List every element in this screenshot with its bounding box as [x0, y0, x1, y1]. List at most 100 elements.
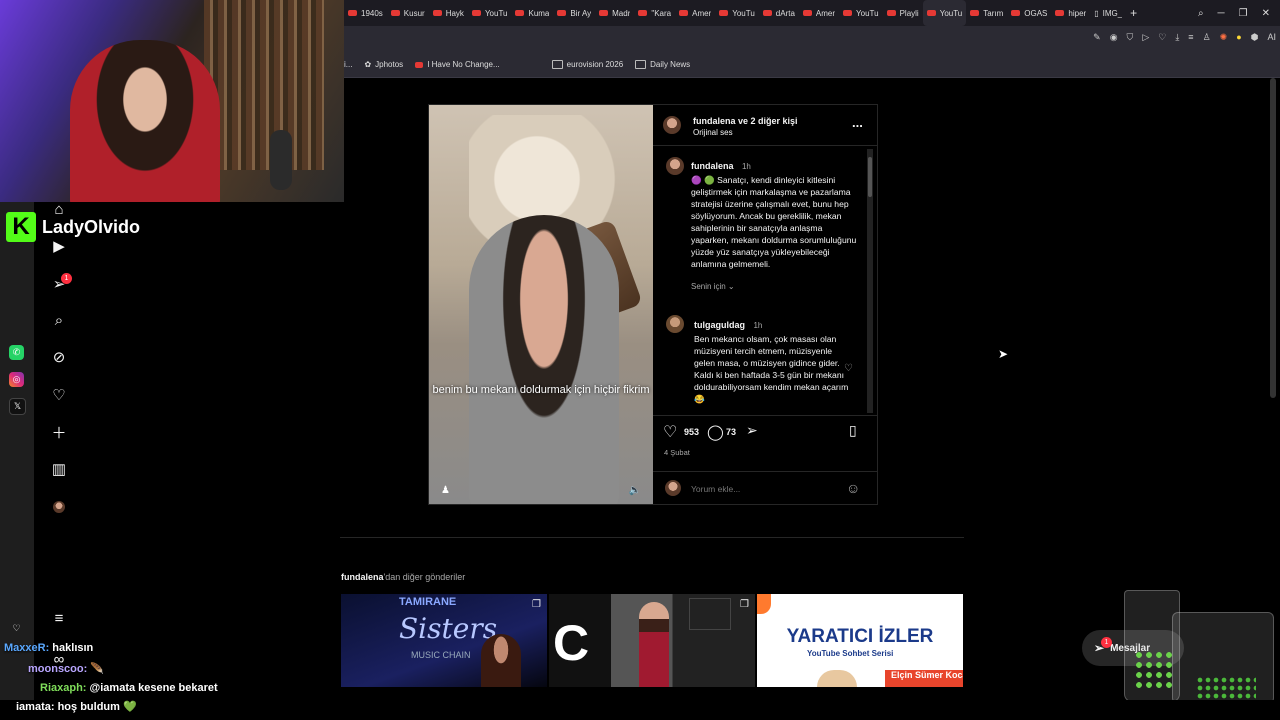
bookmark-folder[interactable]: eurovision 2026 — [551, 60, 623, 69]
close-icon[interactable]: ✕ — [1262, 8, 1270, 19]
puzzle-icon[interactable]: ⬢ — [1251, 32, 1259, 43]
browser-tab[interactable]: Amer — [675, 0, 715, 26]
green-pixels-decoration — [1196, 676, 1256, 700]
instagram-icon[interactable]: ◎ — [9, 372, 24, 387]
browser-tab[interactable]: YouTu — [468, 0, 512, 26]
chat-text: hoş buldum 💚 — [54, 701, 137, 713]
share-icon[interactable]: ➢ — [746, 422, 758, 439]
bookmark-item[interactable]: i... — [344, 60, 352, 69]
comment-icon[interactable]: ◯ — [707, 423, 724, 441]
reels-icon[interactable]: ▶ — [50, 237, 68, 255]
bookmark-folder[interactable]: Daily News — [635, 60, 690, 69]
thumbnail-letter: C — [553, 615, 590, 671]
browser-tab[interactable]: Bir Ay — [553, 0, 595, 26]
user-tag-icon[interactable]: ♟ — [441, 485, 450, 496]
whatsapp-icon[interactable]: ✆ — [9, 345, 24, 360]
account-icon[interactable]: ♙ — [1203, 32, 1211, 43]
bookmark-label: Jphotos — [375, 60, 404, 69]
post-author[interactable]: fundalena — [693, 116, 736, 126]
caption-avatar[interactable] — [666, 157, 684, 175]
notifications-heart-icon[interactable]: ♡ — [50, 386, 68, 404]
minimize-icon[interactable]: ─ — [1218, 8, 1225, 19]
tab-label: dArta — [775, 8, 795, 18]
more-menu-icon[interactable]: ≡ — [50, 609, 68, 627]
comment-like-icon[interactable]: ♡ — [844, 363, 853, 374]
bookmark-item[interactable]: ✿ Jphotos — [364, 60, 403, 69]
browser-tab[interactable]: YouTu — [715, 0, 759, 26]
caption-author[interactable]: fundalena — [691, 161, 734, 171]
camera-icon[interactable]: ◉ — [1110, 32, 1118, 43]
tab-label: IMG_ — [1102, 8, 1123, 18]
save-icon[interactable]: ▯ — [849, 422, 857, 439]
play-icon[interactable]: ▷ — [1142, 32, 1149, 43]
dashboard-icon[interactable]: ▥ — [50, 460, 68, 478]
coauthors-text[interactable]: ve 2 diğer kişi — [736, 116, 798, 126]
heart-icon[interactable]: ♡ — [1158, 32, 1166, 43]
new-tab-button[interactable]: + — [1126, 0, 1141, 26]
browser-tab[interactable]: dArta — [759, 0, 799, 26]
explore-icon[interactable]: ⊘ — [50, 348, 68, 366]
extension-icon[interactable]: ✺ — [1220, 32, 1228, 43]
youtube-icon — [638, 10, 648, 16]
browser-tab[interactable]: YouTu — [839, 0, 883, 26]
x-icon[interactable]: 𝕏 — [9, 398, 26, 415]
youtube-icon — [970, 10, 980, 16]
page-scrollbar[interactable] — [1270, 78, 1276, 398]
search-icon[interactable]: ⌕ — [1198, 8, 1204, 19]
bookmark-item[interactable]: I Have No Change... — [415, 60, 500, 69]
menu-icon[interactable]: ≡ — [1188, 32, 1193, 43]
browser-tab[interactable]: Amer — [799, 0, 839, 26]
browser-tab[interactable]: Playli — [883, 0, 923, 26]
profile-avatar[interactable] — [50, 498, 68, 516]
extension-icon[interactable]: ● — [1236, 32, 1241, 43]
browser-tab[interactable]: hiper — [1051, 0, 1090, 26]
browser-toolbar: ✎ ◉ ⛉ ▷ ♡ ⤓ ≡ ♙ ✺ ● ⬢ AI — [344, 26, 1280, 52]
search-icon[interactable]: ⌕ — [50, 311, 68, 329]
comment-author[interactable]: tulgaguldag — [694, 320, 745, 330]
browser-tab[interactable]: ▯ IMG_ — [1090, 0, 1126, 26]
comments-scrollbar[interactable] — [867, 149, 873, 413]
commenter-avatar[interactable] — [666, 315, 684, 333]
see-translation-link[interactable]: Senin için ⌄ — [691, 282, 861, 291]
edit-icon[interactable]: ✎ — [1093, 32, 1101, 43]
add-comment-input[interactable] — [689, 481, 833, 497]
browser-tab[interactable]: 1940s — [344, 0, 387, 26]
home-icon[interactable]: ⌂ — [50, 200, 68, 218]
create-icon[interactable]: ＋ — [50, 423, 68, 442]
browser-tab[interactable]: "Kara — [634, 0, 675, 26]
post-video[interactable]: benim bu mekanı doldurmak için hiçbir fi… — [429, 105, 653, 504]
like-count: 953 — [684, 427, 700, 437]
heart-outline-icon[interactable]: ♡ — [9, 621, 24, 636]
emoji-icon[interactable]: ☺ — [846, 480, 860, 496]
youtube-icon — [599, 10, 609, 16]
browser-tab[interactable]: Tarım — [966, 0, 1007, 26]
tab-label: YouTu — [484, 8, 508, 18]
ai-button[interactable]: AI — [1267, 32, 1276, 43]
audio-label[interactable]: Orijinal ses — [693, 128, 733, 137]
restore-icon[interactable]: ❐ — [1239, 8, 1248, 19]
browser-tab-active[interactable]: YouTu — [922, 0, 967, 26]
youtube-icon — [1055, 10, 1065, 16]
video-person — [469, 215, 619, 504]
tab-label: YouTu — [856, 8, 879, 18]
author-avatar[interactable] — [663, 116, 681, 134]
shield-icon[interactable]: ⛉ — [1127, 32, 1134, 43]
more-posts-user[interactable]: fundalena — [341, 572, 384, 582]
more-options-icon[interactable]: ... — [852, 115, 863, 130]
chat-text: @iamata kesene bekaret — [86, 682, 218, 694]
scrollbar-thumb[interactable] — [868, 157, 872, 197]
browser-tab[interactable]: Kuma — [511, 0, 553, 26]
browser-tab[interactable]: Hayk — [429, 0, 468, 26]
download-icon[interactable]: ⤓ — [1175, 32, 1179, 43]
more-post-thumbnail[interactable]: TAMIRANE Sisters MUSIC CHAIN ❐ — [341, 594, 547, 687]
chat-user: iamata: — [16, 701, 55, 713]
browser-tab[interactable]: OGAS — [1007, 0, 1051, 26]
browser-tab[interactable]: Madr — [595, 0, 634, 26]
like-icon[interactable]: ♡ — [663, 422, 677, 442]
more-post-thumbnail[interactable]: YARATICI İZLER YouTube Sohbet Serisi Elç… — [757, 594, 963, 687]
thumbnail-person — [639, 602, 669, 687]
browser-tab[interactable]: Kusur — [387, 0, 429, 26]
more-post-thumbnail[interactable]: C ❐ — [549, 594, 755, 687]
mute-icon[interactable]: 🔈 — [629, 485, 641, 496]
youtube-icon — [843, 10, 853, 16]
